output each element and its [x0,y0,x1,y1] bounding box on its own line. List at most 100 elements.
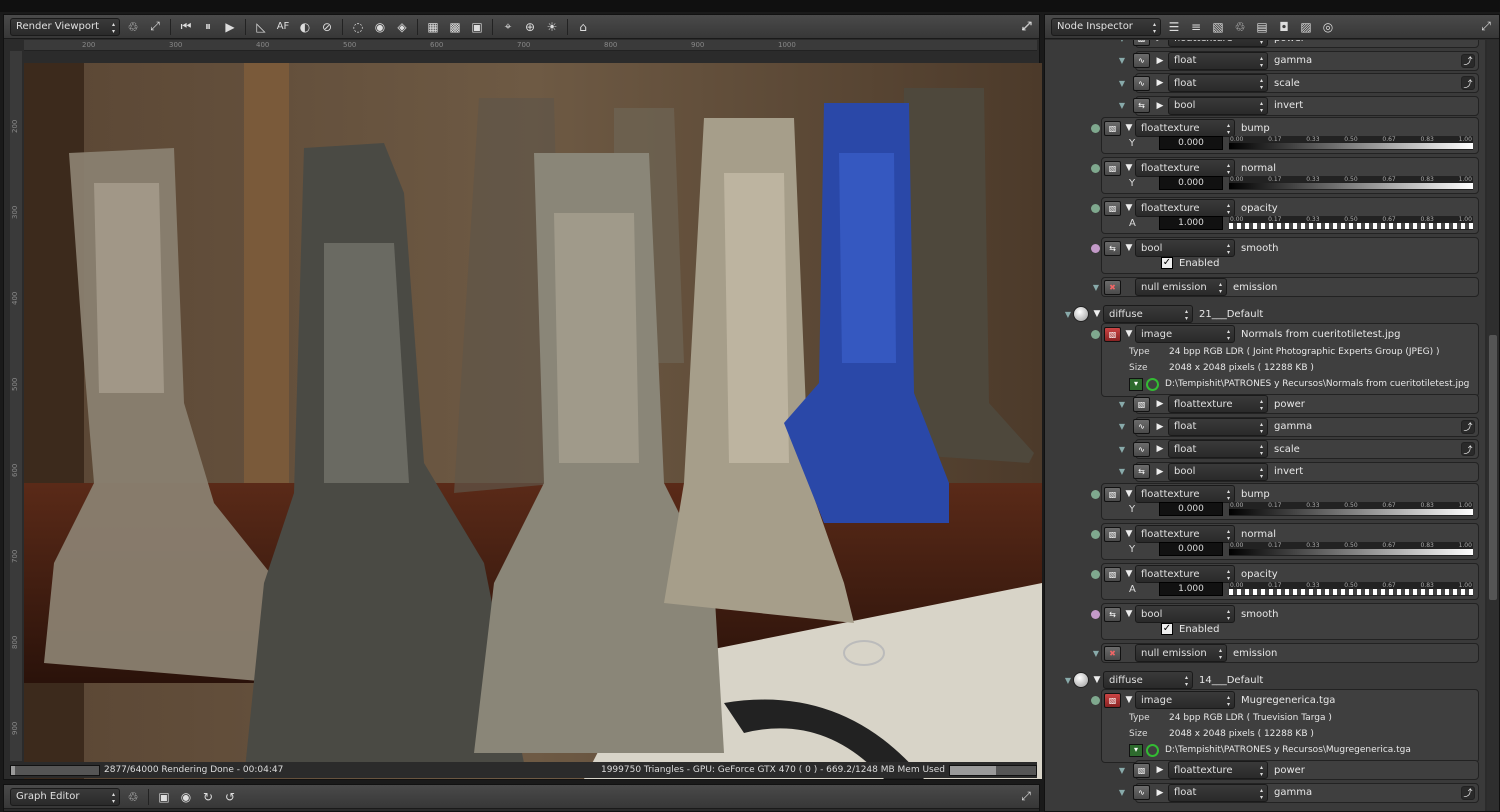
image-icon[interactable]: ▧ [1133,762,1150,778]
collapse-arrow-icon[interactable]: ▼ [1123,569,1135,579]
collapse-arrow-icon[interactable]: ▼ [1123,123,1135,133]
type-selector[interactable]: floattexture [1168,40,1268,47]
pin-dot[interactable] [1091,529,1100,539]
material-sphere-icon[interactable] [1073,306,1089,322]
expand-arrow-icon[interactable]: ▶ [1154,78,1166,88]
collapse-arrow-icon[interactable]: ▼ [1123,329,1135,339]
curve-edit-icon[interactable]: ⤴ [1461,785,1475,800]
collapse-arrow-icon[interactable]: ▼ [1091,309,1103,319]
collapse-arrow-icon[interactable]: ▼ [1117,101,1127,110]
value-field[interactable]: 0.000 [1159,136,1223,150]
type-selector[interactable]: floattexture [1168,761,1268,779]
type-selector[interactable]: float [1168,440,1268,458]
type-selector[interactable]: bool [1168,96,1268,115]
render-image[interactable] [24,63,1042,779]
image-icon[interactable]: ▧ [1209,18,1227,36]
image-icon[interactable]: ▧ [1133,40,1150,46]
curve-icon[interactable]: ∿ [1133,75,1150,91]
file-browse-icon[interactable]: ▾ [1129,377,1143,391]
material-type-selector[interactable]: diffuse [1103,305,1193,323]
checker-icon[interactable]: ▩ [446,18,464,36]
collapse-arrow-icon[interactable]: ▼ [1123,529,1135,539]
expand-arrow-icon[interactable]: ▶ [1154,765,1166,775]
picture-icon[interactable]: ▨ [1297,18,1315,36]
ruler-icon[interactable]: ◺ [252,18,270,36]
checkbox[interactable]: ✓ [1161,257,1173,269]
scrollbar-thumb[interactable] [1489,335,1497,600]
reload-icon[interactable] [1146,743,1159,757]
collapse-arrow-icon[interactable]: ▼ [1123,695,1135,705]
fit-icon[interactable]: ⤢ [146,18,164,36]
lock-icon[interactable]: ⌂ [574,18,592,36]
collapse-arrow-icon[interactable]: ▼ [1117,467,1127,476]
tone-icon[interactable]: ◐ [296,18,314,36]
inspector-scrollbar[interactable] [1487,40,1499,811]
image-icon[interactable]: ▧ [1104,526,1121,542]
curve-edit-icon[interactable]: ⤴ [1461,53,1475,68]
toggle-icon[interactable]: ⇆ [1104,606,1121,622]
value-slider[interactable]: 0.00 0.17 0.33 0.50 0.67 0.83 1.00 [1229,582,1473,596]
expand-arrow-icon[interactable]: ▶ [1154,444,1166,454]
value-field[interactable]: 0.000 [1159,542,1223,556]
collapse-arrow-icon[interactable]: ▼ [1123,163,1135,173]
type-selector[interactable]: float [1168,74,1268,92]
recycle-icon[interactable]: ♲ [124,18,142,36]
curve-icon[interactable]: ∿ [1133,441,1150,457]
pin-dot[interactable] [1091,123,1100,133]
type-selector[interactable]: float [1168,783,1268,802]
image-icon[interactable]: ▧ [1104,160,1121,176]
value-slider[interactable]: 0.00 0.17 0.33 0.50 0.67 0.83 1.00 [1229,216,1473,230]
type-selector[interactable]: null emission [1135,278,1227,296]
null-emission-icon[interactable]: ✖ [1104,279,1121,295]
lens2-icon[interactable]: ◈ [393,18,411,36]
expand-icon[interactable]: ⤢ [1477,18,1495,36]
curve-icon[interactable]: ∿ [1133,785,1150,800]
image-icon[interactable]: ▧ [1104,486,1121,502]
pin-dot[interactable] [1091,243,1100,253]
value-slider[interactable]: 0.00 0.17 0.33 0.50 0.67 0.83 1.00 [1229,502,1473,516]
curve-edit-icon[interactable]: ⤴ [1461,76,1475,90]
value-slider[interactable]: 0.00 0.17 0.33 0.50 0.67 0.83 1.00 [1229,176,1473,190]
value-field[interactable]: 1.000 [1159,216,1223,230]
pin-dot[interactable] [1091,163,1100,173]
af-icon[interactable]: AF [274,18,292,36]
toggle-icon[interactable]: ⇆ [1104,240,1121,256]
value-field[interactable]: 0.000 [1159,176,1223,190]
collapse-arrow-icon[interactable]: ▼ [1117,445,1127,454]
type-selector[interactable]: image [1135,325,1235,343]
material-type-selector[interactable]: diffuse [1103,671,1193,689]
collapse-arrow-icon[interactable]: ▼ [1123,203,1135,213]
value-field[interactable]: 0.000 [1159,502,1223,516]
film-icon[interactable]: ▣ [468,18,486,36]
pin-dot[interactable] [1091,203,1100,213]
curve-edit-icon[interactable]: ⤴ [1461,442,1475,456]
region-icon[interactable]: ▦ [424,18,442,36]
image-texture-icon[interactable]: ▧ [1104,692,1121,708]
expand-icon[interactable]: ⤢ [1018,17,1036,35]
list-icon[interactable]: ≡ [1187,18,1205,36]
play-icon[interactable]: ▶ [221,18,239,36]
type-selector[interactable]: image [1135,691,1235,709]
curve-icon[interactable]: ∿ [1133,419,1150,434]
toggle-icon[interactable]: ⇆ [1133,464,1150,479]
collapse-arrow-icon[interactable]: ▼ [1117,56,1127,65]
reload-icon[interactable]: ↺ [221,788,239,806]
curve-edit-icon[interactable]: ⤴ [1461,419,1475,434]
pin-dot[interactable] [1091,329,1100,339]
type-selector[interactable]: float [1168,51,1268,70]
type-selector[interactable]: bool [1168,462,1268,481]
collapse-arrow-icon[interactable]: ▼ [1063,310,1073,319]
image-icon[interactable]: ▧ [1104,200,1121,216]
expand-arrow-icon[interactable]: ▶ [1154,56,1166,66]
image-icon[interactable]: ▧ [1133,396,1150,412]
toggle-icon[interactable]: ⇆ [1133,98,1150,113]
value-slider[interactable]: 0.00 0.17 0.33 0.50 0.67 0.83 1.00 [1229,136,1473,150]
collapse-arrow-icon[interactable]: ▼ [1117,422,1127,431]
collapse-arrow-icon[interactable]: ▼ [1063,676,1073,685]
lens-icon[interactable]: ◉ [371,18,389,36]
checkbox[interactable]: ✓ [1161,623,1173,635]
collapse-arrow-icon[interactable]: ▼ [1123,243,1135,253]
new-node-icon[interactable]: ▣ [155,788,173,806]
node-color-icon[interactable]: ◉ [177,788,195,806]
recycle-icon[interactable]: ♲ [1231,18,1249,36]
